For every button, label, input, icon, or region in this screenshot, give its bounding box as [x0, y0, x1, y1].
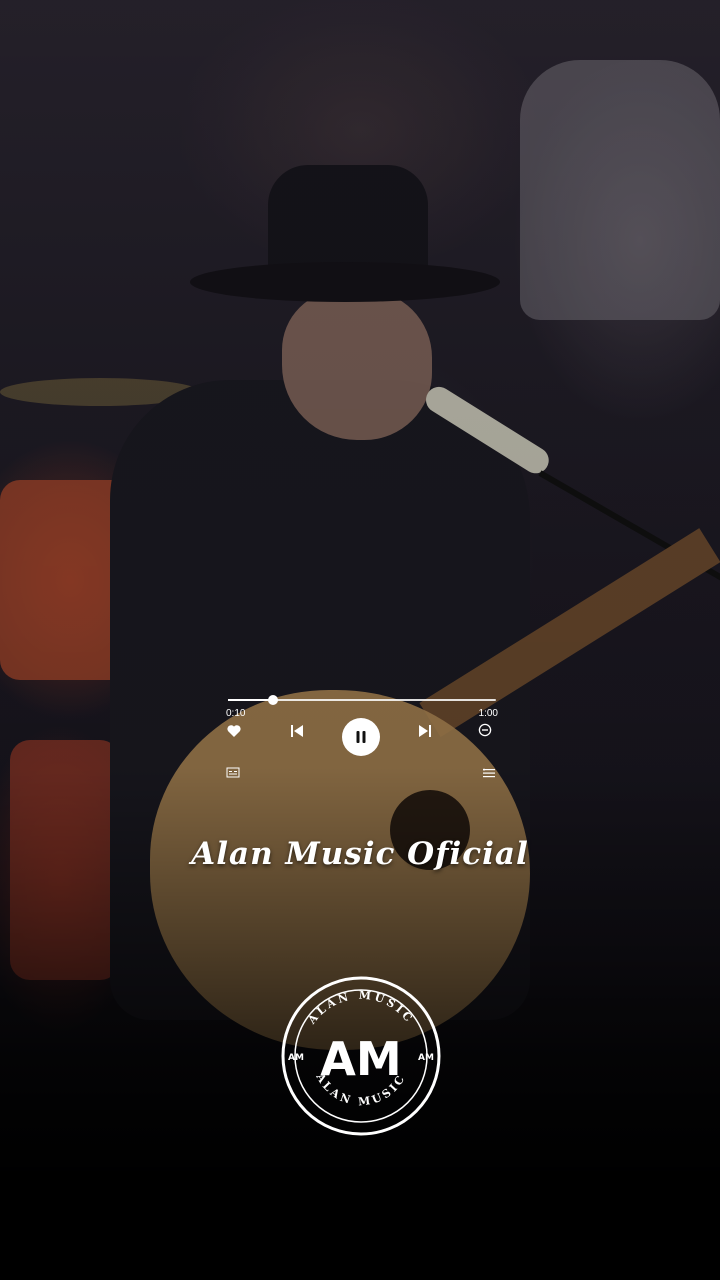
- skip-next-icon[interactable]: [418, 723, 432, 739]
- alan-music-logo: ALAN MUSIC ALAN MUSIC AM AM AM: [281, 976, 441, 1136]
- heart-icon[interactable]: [226, 723, 242, 739]
- pause-icon: [356, 731, 366, 743]
- progress-thumb[interactable]: [268, 695, 278, 705]
- logo-ring-top-text: ALAN MUSIC: [305, 989, 414, 1028]
- total-time: 1:00: [478, 708, 498, 719]
- progress-bar[interactable]: [228, 695, 496, 705]
- skip-previous-icon[interactable]: [290, 723, 304, 739]
- logo-side-mark-left: AM: [288, 1053, 304, 1063]
- pause-button[interactable]: [342, 718, 380, 756]
- current-time: 0:10: [226, 708, 246, 719]
- svg-text:ALAN MUSIC: ALAN MUSIC: [305, 989, 417, 1028]
- progress-fill: [228, 699, 273, 701]
- music-player: 0:10 1:00: [226, 690, 498, 790]
- lyrics-icon[interactable]: [226, 766, 240, 778]
- logo-monogram: AM: [320, 1032, 401, 1086]
- channel-name: Alan Music Oficial: [191, 836, 529, 872]
- minus-circle-icon[interactable]: [478, 723, 492, 737]
- logo-side-mark-right: AM: [418, 1053, 434, 1063]
- playlist-icon[interactable]: [482, 766, 496, 778]
